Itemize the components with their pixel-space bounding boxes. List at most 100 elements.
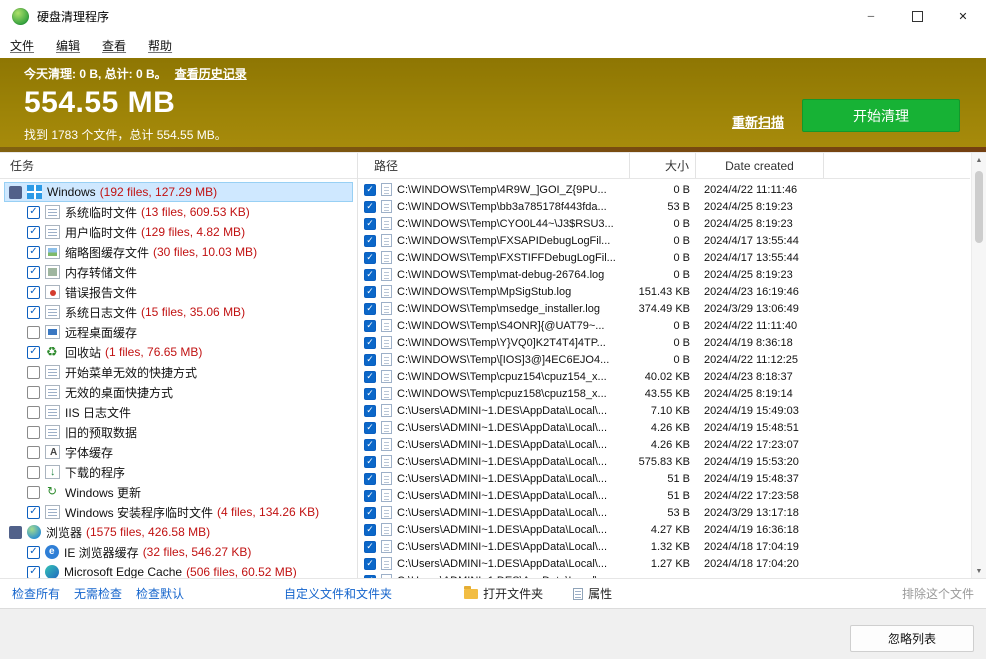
file-row[interactable]: C:\Users\ADMINI~1.DES\AppData\Local\... [358,572,970,578]
file-checkbox[interactable] [364,387,376,400]
file-checkbox[interactable] [364,506,376,519]
file-row[interactable]: C:\WINDOWS\Temp\mat-debug-26764.log 0 B 20… [358,266,970,283]
file-row[interactable]: C:\Users\ADMINI~1.DES\AppData\Local\... 4… [358,521,970,538]
task-checkbox[interactable] [27,325,40,339]
task-item[interactable]: 远程桌面缓存 [4,322,353,342]
uncheck-all-link[interactable]: 无需检查 [74,585,122,602]
file-row[interactable]: C:\WINDOWS\Temp\cpuz154\cpuz154_x... 40.0… [358,368,970,385]
file-row[interactable]: C:\WINDOWS\Temp\MpSigStub.log 151.43 KB 20… [358,283,970,300]
file-checkbox[interactable] [364,370,376,383]
scrollbar-thumb[interactable] [975,171,983,243]
task-item[interactable]: 内存转储文件 [4,262,353,282]
task-checkbox[interactable] [27,485,40,499]
task-checkbox[interactable] [27,565,40,578]
task-checkbox[interactable] [27,225,40,239]
file-row[interactable]: C:\Users\ADMINI~1.DES\AppData\Local\... 1… [358,555,970,572]
task-item[interactable]: 下载的程序 [4,462,353,482]
file-checkbox[interactable] [364,523,376,536]
task-item[interactable]: IE 浏览器缓存(32 files, 546.27 KB) [4,542,353,562]
file-row[interactable]: C:\Users\ADMINI~1.DES\AppData\Local\... 5… [358,453,970,470]
file-checkbox[interactable] [364,404,376,417]
task-checkbox[interactable] [27,385,40,399]
task-checkbox[interactable] [27,245,40,259]
file-checkbox[interactable] [364,285,376,298]
file-row[interactable]: C:\WINDOWS\Temp\FXSAPIDebugLogFil... 0 B 2… [358,232,970,249]
check-default-link[interactable]: 检查默认 [136,585,184,602]
custom-files-link[interactable]: 自定义文件和文件夹 [284,585,392,602]
open-folder-button[interactable]: 打开文件夹 [464,585,543,602]
task-checkbox[interactable] [27,545,40,559]
task-checkbox[interactable] [27,405,40,419]
file-row[interactable]: C:\Users\ADMINI~1.DES\AppData\Local\... 4… [358,419,970,436]
task-checkbox[interactable] [9,525,22,539]
task-checkbox[interactable] [27,345,40,359]
task-item[interactable]: 错误报告文件 [4,282,353,302]
file-checkbox[interactable] [364,472,376,485]
file-row[interactable]: C:\Users\ADMINI~1.DES\AppData\Local\... 7… [358,402,970,419]
file-checkbox[interactable] [364,353,376,366]
file-row[interactable]: C:\Users\ADMINI~1.DES\AppData\Local\... 5… [358,504,970,521]
task-item[interactable]: 系统临时文件(13 files, 609.53 KB) [4,202,353,222]
file-row[interactable]: C:\WINDOWS\Temp\4R9W_]GOI_Z{9PU... 0 B 202… [358,181,970,198]
file-row[interactable]: C:\Users\ADMINI~1.DES\AppData\Local\... 1… [358,538,970,555]
task-item[interactable]: Windows 安装程序临时文件(4 files, 134.26 KB) [4,502,353,522]
menu-help[interactable]: 帮助 [148,37,172,54]
task-item[interactable]: Windows 更新 [4,482,353,502]
task-item[interactable]: 浏览器 (1575 files, 426.58 MB) [4,522,353,542]
file-checkbox[interactable] [364,234,376,247]
file-checkbox[interactable] [364,574,376,578]
file-row[interactable]: C:\WINDOWS\Temp\[IOS]3@]4EC6EJO4... 0 B 20… [358,351,970,368]
file-checkbox[interactable] [364,489,376,502]
file-row[interactable]: C:\WINDOWS\Temp\Y}VQ0]K2T4T4]4TP... 0 B 20… [358,334,970,351]
task-item[interactable]: 缩略图缓存文件(30 files, 10.03 MB) [4,242,353,262]
file-row[interactable]: C:\WINDOWS\Temp\msedge_installer.log 374.… [358,300,970,317]
task-item[interactable]: 旧的预取数据 [4,422,353,442]
task-item[interactable]: 系统日志文件(15 files, 35.06 MB) [4,302,353,322]
file-checkbox[interactable] [364,183,376,196]
file-checkbox[interactable] [364,200,376,213]
menu-file[interactable]: 文件 [10,37,34,54]
file-checkbox[interactable] [364,438,376,451]
menu-edit[interactable]: 编辑 [56,37,80,54]
task-checkbox[interactable] [27,305,40,319]
file-checkbox[interactable] [364,319,376,332]
task-checkbox[interactable] [27,505,40,519]
file-row[interactable]: C:\Users\ADMINI~1.DES\AppData\Local\... 5… [358,487,970,504]
view-history-link[interactable]: 查看历史记录 [175,65,247,82]
file-checkbox[interactable] [364,302,376,315]
menu-view[interactable]: 查看 [102,37,126,54]
ignore-list-button[interactable]: 忽略列表 [850,625,974,652]
file-checkbox[interactable] [364,251,376,264]
task-item[interactable]: 回收站(1 files, 76.65 MB) [4,342,353,362]
file-checkbox[interactable] [364,268,376,281]
rescan-link[interactable]: 重新扫描 [732,112,784,131]
file-checkbox[interactable] [364,455,376,468]
file-row[interactable]: C:\WINDOWS\Temp\S4ONR]{@UAT79~... 0 B 2024… [358,317,970,334]
file-checkbox[interactable] [364,540,376,553]
task-item[interactable]: 开始菜单无效的快捷方式 [4,362,353,382]
column-header-path[interactable]: 路径 [358,153,630,178]
file-row[interactable]: C:\Users\ADMINI~1.DES\AppData\Local\... 5… [358,470,970,487]
task-checkbox[interactable] [27,365,40,379]
vertical-scrollbar[interactable]: ▲ ▼ [971,153,986,578]
file-checkbox[interactable] [364,217,376,230]
scroll-down-icon[interactable]: ▼ [972,564,986,578]
file-checkbox[interactable] [364,557,376,570]
start-clean-button[interactable]: 开始清理 [802,99,960,132]
column-header-date[interactable]: Date created [696,153,824,178]
file-row[interactable]: C:\WINDOWS\Temp\FXSTIFFDebugLogFil... 0 B… [358,249,970,266]
maximize-button[interactable] [894,0,940,32]
task-item[interactable]: 用户临时文件(129 files, 4.82 MB) [4,222,353,242]
scroll-up-icon[interactable]: ▲ [972,153,986,167]
file-checkbox[interactable] [364,336,376,349]
task-checkbox[interactable] [27,425,40,439]
task-checkbox[interactable] [27,285,40,299]
file-row[interactable]: C:\Users\ADMINI~1.DES\AppData\Local\... 4… [358,436,970,453]
task-item[interactable]: 字体缓存 [4,442,353,462]
file-checkbox[interactable] [364,421,376,434]
file-row[interactable]: C:\WINDOWS\Temp\bb3a785178f443fda... 53 B… [358,198,970,215]
task-checkbox[interactable] [27,465,40,479]
task-checkbox[interactable] [27,205,40,219]
task-item[interactable]: IIS 日志文件 [4,402,353,422]
file-row[interactable]: C:\WINDOWS\Temp\CYO0L44~\J3$RSU3... 0 B 20… [358,215,970,232]
